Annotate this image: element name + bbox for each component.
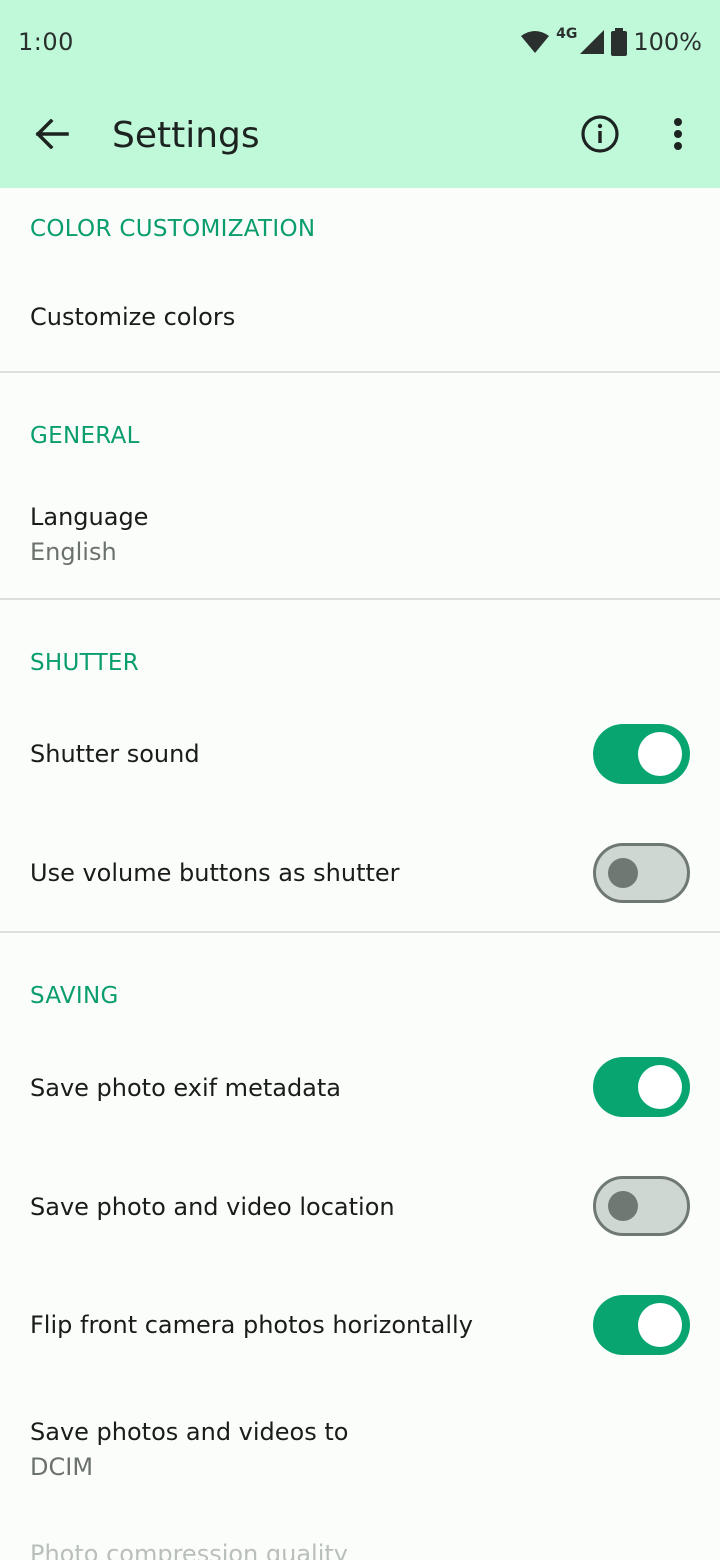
save-location-item[interactable]: Save photo and video location (0, 1150, 720, 1262)
more-vert-icon (673, 117, 683, 155)
save-to-value: DCIM (30, 1453, 94, 1481)
photo-compression-title: Photo compression quality (30, 1540, 348, 1560)
photo-compression-item[interactable]: Photo compression quality (0, 1518, 720, 1560)
language-item[interactable]: Language English (0, 473, 720, 593)
volume-buttons-shutter-item[interactable]: Use volume buttons as shutter (0, 816, 720, 928)
shutter-sound-item[interactable]: Shutter sound (0, 698, 720, 810)
more-options-button[interactable] (650, 106, 706, 166)
save-to-title: Save photos and videos to (30, 1418, 349, 1446)
network-type-label: 4G (556, 26, 578, 42)
switch-thumb (608, 858, 638, 888)
save-location-folder-item[interactable]: Save photos and videos to DCIM (0, 1388, 720, 1508)
section-header-general: GENERAL (30, 423, 140, 449)
volume-buttons-shutter-switch[interactable] (593, 843, 690, 903)
page-title: Settings (112, 115, 260, 156)
switch-thumb (638, 732, 682, 776)
status-time: 1:00 (18, 28, 74, 56)
shutter-sound-switch[interactable] (593, 724, 690, 784)
divider (0, 371, 720, 373)
section-header-saving: SAVING (30, 983, 119, 1009)
divider (0, 931, 720, 933)
customize-colors-label: Customize colors (30, 303, 236, 331)
flip-front-camera-item[interactable]: Flip front camera photos horizontally (0, 1268, 720, 1380)
cell-signal-icon (579, 29, 605, 55)
flip-front-camera-label: Flip front camera photos horizontally (30, 1311, 473, 1339)
save-location-switch[interactable] (593, 1176, 690, 1236)
info-icon (580, 114, 620, 158)
flip-front-camera-switch[interactable] (593, 1295, 690, 1355)
save-location-label: Save photo and video location (30, 1193, 395, 1221)
settings-list[interactable]: COLOR CUSTOMIZATION Customize colors GEN… (0, 188, 720, 1560)
save-exif-item[interactable]: Save photo exif metadata (0, 1031, 720, 1143)
customize-colors-item[interactable]: Customize colors (0, 268, 720, 368)
section-header-shutter: SHUTTER (30, 650, 140, 676)
switch-thumb (638, 1303, 682, 1347)
volume-buttons-shutter-label: Use volume buttons as shutter (30, 859, 400, 887)
top-app-bar: Settings (0, 84, 720, 188)
switch-thumb (608, 1191, 638, 1221)
switch-thumb (638, 1065, 682, 1109)
language-title: Language (30, 503, 149, 531)
wifi-icon (520, 30, 550, 54)
shutter-sound-label: Shutter sound (30, 740, 200, 768)
section-header-color: COLOR CUSTOMIZATION (30, 216, 316, 242)
save-exif-label: Save photo exif metadata (30, 1074, 342, 1102)
back-button[interactable] (22, 106, 82, 166)
status-icons: 4G 100% (520, 26, 702, 56)
language-value: English (30, 538, 117, 566)
battery-icon (611, 28, 628, 56)
divider (0, 598, 720, 600)
save-exif-switch[interactable] (593, 1057, 690, 1117)
about-button[interactable] (570, 106, 630, 166)
status-bar: 1:00 4G 100% (0, 0, 720, 84)
arrow-back-icon (35, 118, 69, 153)
battery-percentage: 100% (633, 28, 702, 56)
